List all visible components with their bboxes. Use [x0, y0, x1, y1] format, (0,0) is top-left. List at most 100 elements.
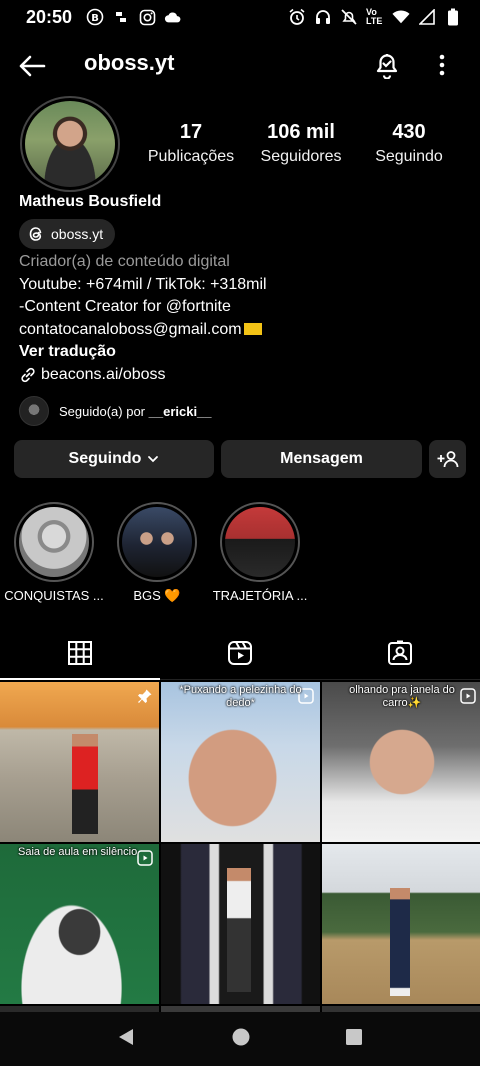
- followed-by-user: __ericki__: [148, 403, 212, 419]
- profile-tabs: [0, 626, 480, 680]
- nav-recents-button[interactable]: [345, 1028, 363, 1051]
- battery-icon: [444, 8, 462, 26]
- app-notification-icon: [112, 8, 130, 26]
- tab-posts-grid[interactable]: [0, 626, 160, 680]
- b-badge-icon: B: [86, 8, 104, 26]
- person-figure: [72, 734, 98, 834]
- bio-line: -Content Creator for @fortnite: [19, 298, 231, 315]
- alarm-icon: [288, 8, 306, 26]
- headset-icon: [314, 8, 332, 26]
- svg-text:B: B: [91, 13, 99, 24]
- triangle-back-icon: [119, 1028, 133, 1045]
- highlight-label: CONQUISTAS ...: [4, 588, 104, 603]
- status-bar: 20:50 B Vo LTE: [0, 0, 480, 34]
- channel-banner-image: [225, 507, 295, 577]
- arrow-left-icon: [19, 55, 46, 77]
- tab-reels[interactable]: [160, 626, 320, 679]
- chevron-down-icon: [148, 456, 159, 463]
- bio-email[interactable]: contatocanaloboss@gmail.com: [19, 321, 242, 338]
- more-options-button[interactable]: [426, 46, 458, 84]
- back-button[interactable]: [14, 48, 50, 84]
- threads-handle: oboss.yt: [51, 226, 104, 242]
- nav-back-button[interactable]: [117, 1027, 137, 1052]
- followers-count[interactable]: 106 mil Seguidores: [252, 120, 350, 166]
- tab-tagged[interactable]: [320, 626, 480, 679]
- person-figure: [227, 868, 251, 992]
- envelope-emoji-icon: [243, 323, 262, 336]
- profile-category: Criador(a) de conteúdo digital: [19, 253, 230, 270]
- bell-check-icon: [376, 54, 398, 79]
- highlight-item[interactable]: TRAJETÓRIA ...: [213, 502, 307, 603]
- threads-icon: [29, 227, 42, 241]
- posts-grid: *Puxando a pelezinha do dedo* olhando pr…: [0, 682, 480, 1012]
- nav-home-button[interactable]: [231, 1027, 251, 1052]
- silver-play-button-image: [19, 507, 89, 577]
- add-person-icon: [437, 451, 458, 468]
- post-thumbnail[interactable]: *Puxando a pelezinha do dedo*: [161, 682, 320, 842]
- notifications-button[interactable]: [370, 46, 404, 84]
- posts-count-label: Publicações: [147, 148, 235, 165]
- message-button[interactable]: Mensagem: [221, 440, 422, 478]
- highlight-cover: [117, 502, 197, 582]
- bio-line: Youtube: +674mil / TikTok: +318mil: [19, 275, 267, 293]
- bio-link-text: beacons.ai/oboss: [41, 365, 166, 383]
- system-navigation-bar: [0, 1012, 480, 1066]
- instagram-notification-icon: [138, 8, 156, 26]
- highlight-cover: [14, 502, 94, 582]
- highlight-label: BGS 🧡: [133, 588, 181, 603]
- link-icon: [21, 367, 35, 382]
- following-count-label: Seguindo: [375, 148, 443, 165]
- bio-link[interactable]: beacons.ai/oboss: [19, 364, 469, 387]
- profile-avatar[interactable]: [20, 96, 120, 192]
- post-caption: Saia de aula em silêncio: [18, 846, 138, 858]
- grid-icon: [68, 640, 92, 665]
- posts-count-value: 17: [179, 121, 203, 143]
- followed-by[interactable]: Seguido(a) por __ericki__: [19, 396, 212, 426]
- signal-icon: [418, 8, 436, 26]
- post-thumbnail[interactable]: [0, 682, 159, 842]
- message-button-label: Mensagem: [280, 450, 363, 467]
- wifi-icon: [392, 8, 410, 26]
- suggested-users-button[interactable]: [429, 440, 466, 478]
- followed-by-prefix: Seguido(a) por: [59, 403, 145, 419]
- mute-icon: [340, 8, 358, 26]
- threads-badge[interactable]: oboss.yt: [19, 219, 116, 249]
- event-photo-image: [122, 507, 192, 577]
- square-recents-icon: [346, 1028, 362, 1045]
- post-thumbnail[interactable]: [161, 844, 320, 1004]
- bio-email-line: contatocanaloboss@gmail.com: [19, 319, 469, 342]
- post-caption: olhando pra janela do carro✨: [349, 684, 455, 709]
- display-name: Matheus Bousfield: [19, 193, 162, 210]
- see-translation-link[interactable]: Ver tradução: [19, 341, 469, 364]
- highlight-item[interactable]: BGS 🧡: [116, 502, 198, 604]
- post-thumbnail[interactable]: Saia de aula em silêncio: [0, 844, 159, 1004]
- following-button-label: Seguindo: [68, 450, 142, 467]
- person-figure: [390, 888, 410, 996]
- circle-home-icon: [232, 1028, 250, 1045]
- pin-icon: [138, 689, 152, 703]
- reels-icon: [228, 640, 252, 665]
- post-thumbnail[interactable]: [322, 844, 480, 1004]
- status-time: 20:50: [26, 6, 73, 27]
- followers-count-label: Seguidores: [260, 148, 342, 165]
- followers-count-value: 106 mil: [267, 121, 335, 143]
- highlight-cover: [220, 502, 300, 582]
- post-thumbnail[interactable]: olhando pra janela do carro✨: [322, 682, 480, 842]
- more-vertical-icon: [439, 54, 445, 76]
- following-count-value: 430: [392, 121, 426, 143]
- followed-by-text: Seguido(a) por __ericki__: [59, 404, 212, 419]
- highlight-item[interactable]: CONQUISTAS ...: [4, 502, 104, 603]
- highlight-label: TRAJETÓRIA ...: [212, 588, 308, 603]
- cloud-icon: [164, 8, 182, 26]
- post-caption: *Puxando a pelezinha do dedo*: [179, 684, 302, 709]
- following-count[interactable]: 430 Seguindo: [362, 120, 456, 166]
- following-button[interactable]: Seguindo: [14, 440, 214, 478]
- profile-header: oboss.yt: [0, 34, 480, 96]
- posts-count: 17 Publicações: [142, 120, 240, 166]
- avatar-image: [25, 101, 115, 187]
- network-type-label: Vo LTE: [366, 7, 383, 26]
- profile-bio: Criador(a) de conteúdo digital Youtube: …: [19, 251, 469, 386]
- tagged-icon: [388, 640, 412, 665]
- profile-username: oboss.yt: [84, 50, 175, 75]
- follower-avatar: [19, 396, 49, 426]
